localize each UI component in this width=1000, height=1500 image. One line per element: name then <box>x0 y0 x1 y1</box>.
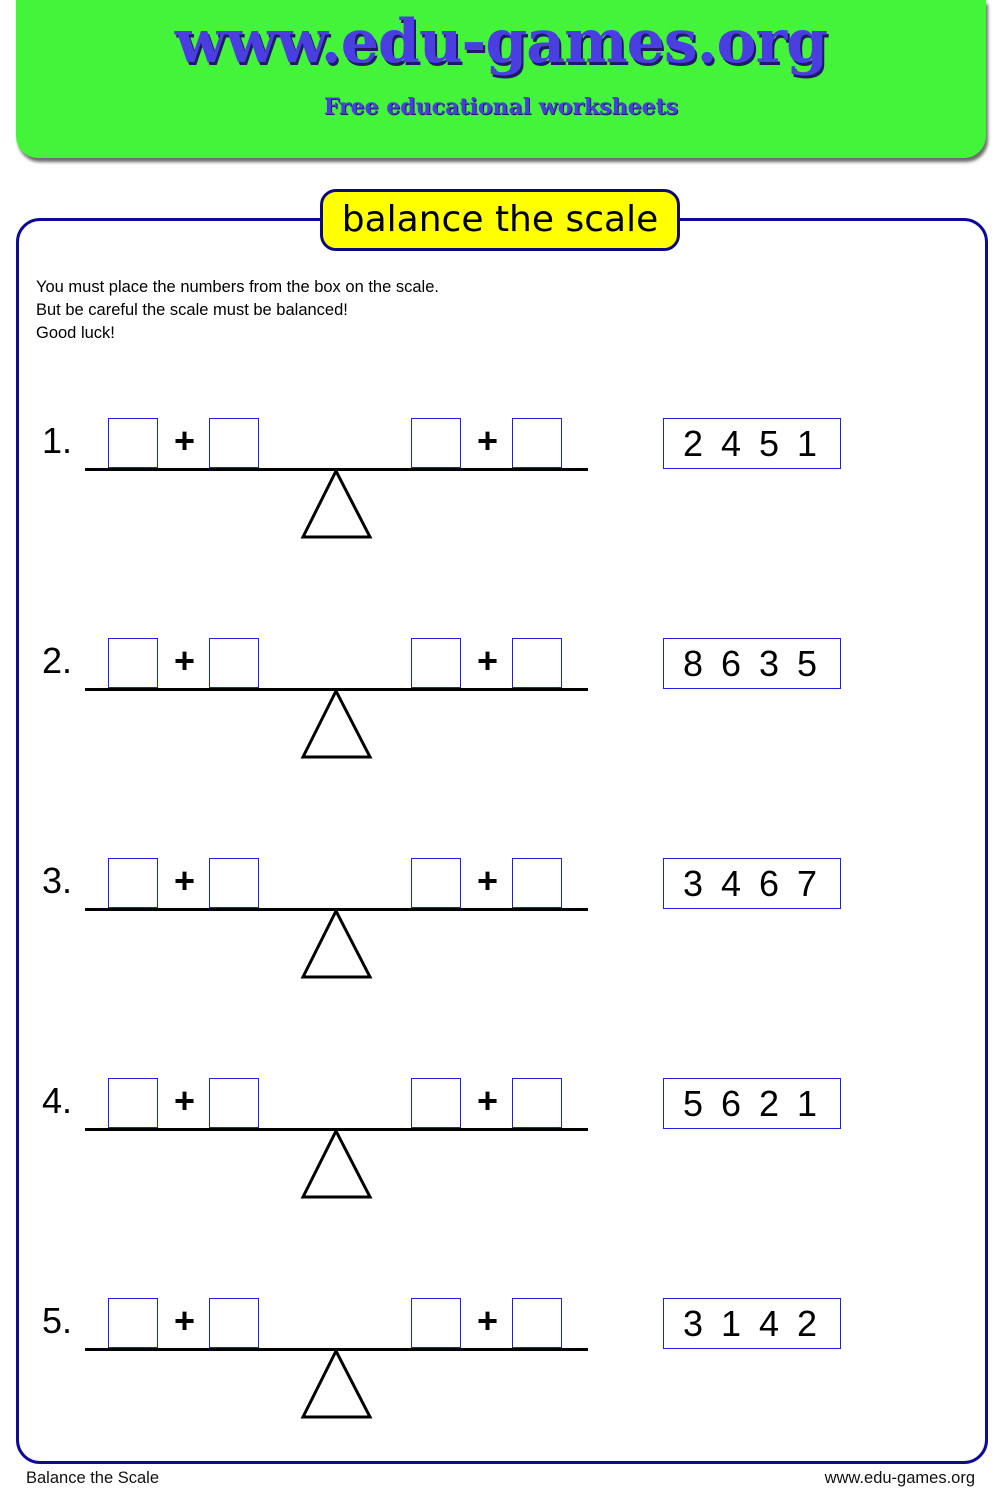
left-box-1-answer-box[interactable] <box>108 418 158 468</box>
number-bank: 3 4 6 7 <box>663 858 841 909</box>
right-box-1-answer-box[interactable] <box>411 858 461 908</box>
fulcrum-triangle-icon <box>300 909 373 979</box>
fulcrum-triangle-icon <box>300 469 373 539</box>
left-plus-sign: + <box>174 860 196 901</box>
left-plus-sign: + <box>174 1300 196 1341</box>
left-plus-sign: + <box>174 640 196 681</box>
right-plus-sign: + <box>477 420 499 461</box>
problem-number: 5. <box>42 1300 73 1341</box>
number-bank: 3 1 4 2 <box>663 1298 841 1349</box>
left-box-2-answer-box[interactable] <box>209 418 259 468</box>
fulcrum-triangle-icon <box>300 1349 373 1419</box>
left-box-1-answer-box[interactable] <box>108 1298 158 1348</box>
problem-row: 4. + +5 6 2 1 <box>0 1078 1000 1218</box>
left-box-1-answer-box[interactable] <box>108 858 158 908</box>
right-box-2-answer-box[interactable] <box>512 418 562 468</box>
left-box-2-answer-box[interactable] <box>209 1298 259 1348</box>
right-plus-sign: + <box>477 1080 499 1121</box>
left-box-1-answer-box[interactable] <box>108 638 158 688</box>
right-plus-sign: + <box>477 640 499 681</box>
instruction-line: You must place the numbers from the box … <box>36 278 439 296</box>
right-box-2-answer-box[interactable] <box>512 858 562 908</box>
instruction-line: Good luck! <box>36 324 115 342</box>
worksheet-frame <box>16 218 988 1464</box>
right-box-2-answer-box[interactable] <box>512 1078 562 1128</box>
right-box-1-answer-box[interactable] <box>411 1298 461 1348</box>
header-banner: www.edu-games.org Free educational works… <box>16 0 986 158</box>
instruction-line: But be careful the scale must be balance… <box>36 301 348 319</box>
problem-number: 2. <box>42 640 73 681</box>
right-plus-sign: + <box>477 1300 499 1341</box>
problem-row: 3. + +3 4 6 7 <box>0 858 1000 998</box>
problem-row: 2. + +8 6 3 5 <box>0 638 1000 778</box>
number-bank: 5 6 2 1 <box>663 1078 841 1129</box>
problem-number: 4. <box>42 1080 73 1121</box>
right-plus-sign: + <box>477 860 499 901</box>
footer-title: Balance the Scale <box>26 1469 160 1487</box>
right-box-2-answer-box[interactable] <box>512 638 562 688</box>
right-box-1-answer-box[interactable] <box>411 418 461 468</box>
left-plus-sign: + <box>174 1080 196 1121</box>
instructions: You must place the numbers from the box … <box>36 276 439 345</box>
right-box-1-answer-box[interactable] <box>411 638 461 688</box>
problem-row: 5. + +3 1 4 2 <box>0 1298 1000 1438</box>
right-box-2-answer-box[interactable] <box>512 1298 562 1348</box>
site-subtitle: Free educational worksheets <box>323 94 679 120</box>
problem-number: 1. <box>42 420 73 461</box>
fulcrum-triangle-icon <box>300 689 373 759</box>
problem-row: 1. + +2 4 5 1 <box>0 418 1000 558</box>
number-bank: 2 4 5 1 <box>663 418 841 469</box>
problem-number: 3. <box>42 860 73 901</box>
site-title: www.edu-games.org <box>174 7 828 77</box>
left-plus-sign: + <box>174 420 196 461</box>
worksheet-title: balance the scale <box>320 189 680 251</box>
left-box-2-answer-box[interactable] <box>209 858 259 908</box>
left-box-2-answer-box[interactable] <box>209 1078 259 1128</box>
right-box-1-answer-box[interactable] <box>411 1078 461 1128</box>
left-box-2-answer-box[interactable] <box>209 638 259 688</box>
fulcrum-triangle-icon <box>300 1129 373 1199</box>
left-box-1-answer-box[interactable] <box>108 1078 158 1128</box>
number-bank: 8 6 3 5 <box>663 638 841 689</box>
footer-url: www.edu-games.org <box>824 1469 975 1487</box>
